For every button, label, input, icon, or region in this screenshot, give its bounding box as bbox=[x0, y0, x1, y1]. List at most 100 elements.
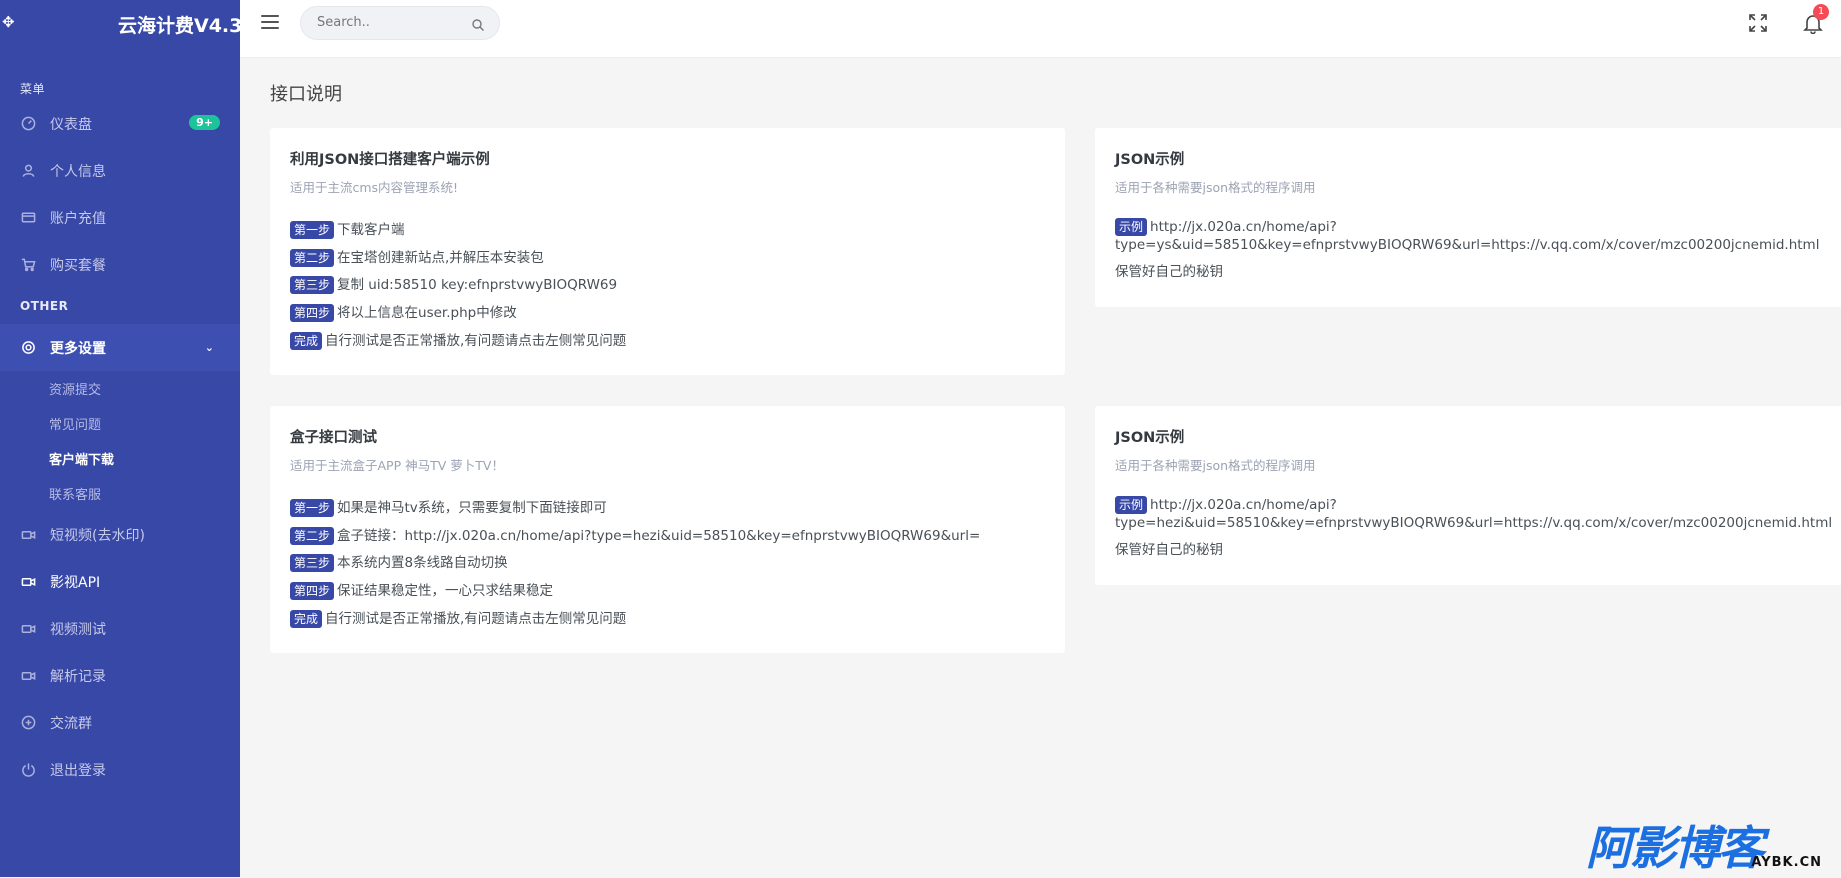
json-example-card: JSON示例 适用于各种需要json格式的程序调用 示例 http://jx.02… bbox=[1095, 406, 1841, 585]
sidebar-item-label: 退出登录 bbox=[50, 762, 106, 779]
step-text: 如果是神马tv系统，只需要复制下面链接即可 bbox=[337, 500, 607, 516]
cart-icon bbox=[20, 257, 36, 273]
step-text: 下载客户端 bbox=[337, 222, 405, 238]
other-section-title: OTHER bbox=[20, 299, 69, 313]
sidebar-item-video-test[interactable]: 视频测试 bbox=[0, 605, 240, 652]
video-icon bbox=[20, 668, 36, 684]
sidebar-subitem-resource-submit[interactable]: 资源提交 bbox=[0, 371, 240, 406]
api-url-part2[interactable]: type=hezi&uid=58510&key=efnprstvwyBIOQRW… bbox=[1115, 514, 1835, 532]
sidebar-item-dashboard[interactable]: 仪表盘 9+ bbox=[0, 100, 240, 147]
step-row: 第四步 将以上信息在user.php中修改 bbox=[290, 301, 1045, 329]
step-tag: 第三步 bbox=[290, 276, 335, 295]
step-text: 自行测试是否正常播放,有问题请点击左侧常见问题 bbox=[325, 332, 627, 349]
step-text: 本系统内置8条线路自动切换 bbox=[337, 555, 508, 572]
card-subtitle: 适用于主流cms内容管理系统! bbox=[290, 180, 459, 195]
step-row: 第三步 复制 uid:58510 key:efnprstvwyBIOQRW69 bbox=[290, 273, 1045, 301]
search-box bbox=[300, 6, 500, 40]
video-icon bbox=[20, 574, 36, 590]
step-tag: 第一步 bbox=[290, 499, 335, 517]
sidebar: ✥ 云海计费V4.3 菜单 仪表盘 9+ 个人信息 账户充值 购买套餐 OTHE… bbox=[0, 0, 242, 877]
step-row: 第二步 盒子链接：http://jx.020a.cn/home/api?type=… bbox=[290, 524, 1045, 552]
card-title: 利用JSON接口搭建客户端示例 bbox=[290, 152, 490, 168]
step-row: 完成 自行测试是否正常播放,有问题请点击左侧常见问题 bbox=[290, 329, 1045, 357]
video-icon bbox=[20, 621, 36, 637]
video-icon bbox=[20, 527, 36, 543]
sidebar-item-logout[interactable]: 退出登录 bbox=[0, 746, 240, 793]
example-tag: 示例 bbox=[1115, 218, 1148, 236]
step-tag: 第二步 bbox=[290, 248, 335, 267]
credit-card-icon bbox=[20, 210, 36, 226]
sidebar-item-buy-package[interactable]: 购买套餐 bbox=[0, 241, 240, 288]
step-tag: 完成 bbox=[290, 609, 323, 628]
sidebar-subitem-contact-support[interactable]: 联系客服 bbox=[0, 476, 240, 511]
api-url-line: 示例 http://jx.020a.cn/home/api? bbox=[1115, 218, 1835, 236]
sidebar-item-short-video[interactable]: 短视频(去水印) bbox=[0, 511, 240, 558]
api-url-part2[interactable]: type=ys&uid=58510&key=efnprstvwyBIOQRW69… bbox=[1115, 236, 1835, 254]
fullscreen-icon[interactable] bbox=[1748, 13, 1768, 33]
sidebar-item-recharge[interactable]: 账户充值 bbox=[0, 194, 240, 241]
topbar: 1 bbox=[240, 0, 1841, 58]
sidebar-item-more-settings[interactable]: 更多设置 ⌄ bbox=[0, 324, 240, 371]
sidebar-item-label: 账户充值 bbox=[50, 210, 106, 227]
brand: ✥ 云海计费V4.3 bbox=[0, 0, 242, 48]
card-subtitle: 适用于主流盒子APP 神马TV 萝卜TV！ bbox=[290, 458, 504, 473]
step-tag: 第四步 bbox=[290, 582, 335, 601]
box-test-card: 盒子接口测试 适用于主流盒子APP 神马TV 萝卜TV！ 第一步 如果是神马tv系… bbox=[270, 406, 1065, 653]
sidebar-item-profile[interactable]: 个人信息 bbox=[0, 147, 240, 194]
watermark-logo: 阿影博客 AYBK.CN bbox=[1586, 812, 1822, 875]
api-url-line: 示例 http://jx.020a.cn/home/api? bbox=[1115, 496, 1835, 514]
step-text: 将以上信息在user.php中修改 bbox=[337, 305, 517, 322]
step-tag: 第二步 bbox=[290, 526, 335, 545]
key-note: 保管好自己的秘钥 bbox=[1115, 542, 1223, 558]
search-icon[interactable] bbox=[471, 18, 485, 32]
api-url-part1[interactable]: http://jx.020a.cn/home/api? bbox=[1150, 497, 1337, 513]
brand-name[interactable]: 云海计费V4.3 bbox=[118, 11, 242, 38]
card-subtitle: 适用于各种需要json格式的程序调用 bbox=[1115, 180, 1316, 195]
sidebar-item-label: 个人信息 bbox=[50, 163, 106, 180]
notification-count-badge: 1 bbox=[1813, 4, 1829, 20]
sidebar-item-parse-records[interactable]: 解析记录 bbox=[0, 652, 240, 699]
step-row: 第一步 下载客户端 bbox=[290, 218, 1045, 246]
hamburger-menu-icon[interactable] bbox=[261, 15, 279, 29]
chevron-down-icon: ⌄ bbox=[204, 341, 214, 354]
step-row: 第三步 本系统内置8条线路自动切换 bbox=[290, 551, 1045, 579]
notification-badge: 9+ bbox=[189, 115, 220, 130]
step-text: 自行测试是否正常播放,有问题请点击左侧常见问题 bbox=[325, 610, 627, 627]
step-tag: 第四步 bbox=[290, 304, 335, 323]
sidebar-item-label: 解析记录 bbox=[50, 668, 106, 685]
step-text: 保证结果稳定性，一心只求结果稳定 bbox=[337, 583, 554, 600]
key-note: 保管好自己的秘钥 bbox=[1115, 264, 1223, 280]
sidebar-item-movie-api[interactable]: 影视API bbox=[0, 558, 240, 605]
watermark-domain: AYBK.CN bbox=[1751, 855, 1822, 870]
sidebar-item-label: 仪表盘 bbox=[50, 116, 92, 133]
sidebar-item-chat-group[interactable]: 交流群 bbox=[0, 699, 240, 746]
step-tag: 完成 bbox=[290, 331, 323, 350]
sidebar-item-label: 交流群 bbox=[50, 715, 92, 732]
step-text: 在宝塔创建新站点,并解压本安装包 bbox=[337, 249, 544, 266]
card-title: 盒子接口测试 bbox=[290, 430, 377, 446]
step-row: 第一步 如果是神马tv系统，只需要复制下面链接即可 bbox=[290, 496, 1045, 524]
step-row: 完成 自行测试是否正常播放,有问题请点击左侧常见问题 bbox=[290, 607, 1045, 635]
sidebar-item-label: 影视API bbox=[50, 574, 101, 591]
card-subtitle: 适用于各种需要json格式的程序调用 bbox=[1115, 458, 1316, 473]
dashboard-icon bbox=[20, 116, 36, 132]
sidebar-subitem-faq[interactable]: 常见问题 bbox=[0, 406, 240, 441]
card-title: JSON示例 bbox=[1115, 430, 1185, 446]
sidebar-subitem-client-download[interactable]: 客户端下载 bbox=[0, 441, 240, 476]
menu-section-title: 菜单 bbox=[20, 82, 46, 96]
json-example-card: JSON示例 适用于各种需要json格式的程序调用 示例 http://jx.02… bbox=[1095, 128, 1841, 307]
example-tag: 示例 bbox=[1115, 496, 1148, 514]
search-input[interactable] bbox=[317, 15, 467, 30]
power-icon bbox=[20, 762, 36, 778]
sidebar-item-label: 视频测试 bbox=[50, 621, 106, 638]
step-row: 第二步 在宝塔创建新站点,并解压本安装包 bbox=[290, 246, 1045, 274]
move-icon[interactable]: ✥ bbox=[2, 14, 18, 30]
gear-icon bbox=[20, 340, 36, 356]
api-url-part1[interactable]: http://jx.020a.cn/home/api? bbox=[1150, 219, 1337, 235]
step-text: 复制 uid:58510 key:efnprstvwyBIOQRW69 bbox=[337, 277, 618, 294]
step-text[interactable]: 盒子链接：http://jx.020a.cn/home/api?type=hez… bbox=[337, 528, 980, 544]
step-tag: 第一步 bbox=[290, 221, 335, 239]
page-title: 接口说明 bbox=[270, 84, 342, 105]
card-title: JSON示例 bbox=[1115, 152, 1185, 168]
user-icon bbox=[20, 163, 36, 179]
